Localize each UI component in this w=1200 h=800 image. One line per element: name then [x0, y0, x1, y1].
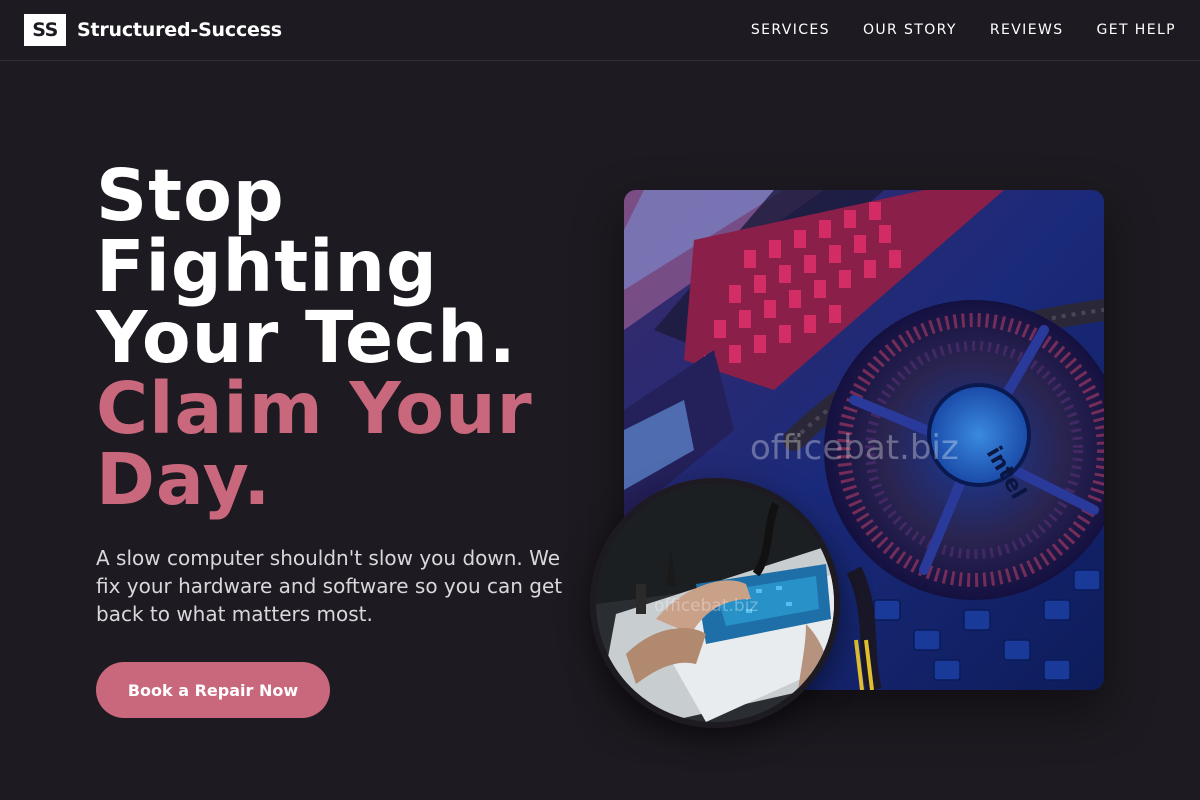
nav-link-get-help[interactable]: GET HELP: [1096, 22, 1176, 38]
top-navbar: SS Structured-Success SERVICES OUR STORY…: [0, 0, 1200, 61]
hero-inset-image: officebat.biz: [590, 478, 840, 728]
headline-line: Stop: [96, 154, 285, 237]
hero-text: Stop Fighting Your Tech. Claim Your Day.…: [96, 160, 596, 628]
headline-accent-line: Claim Your: [96, 367, 533, 450]
nav-links: SERVICES OUR STORY REVIEWS GET HELP: [751, 22, 1176, 38]
repair-photo: [596, 484, 834, 722]
hero-subtitle: A slow computer shouldn't slow you down.…: [96, 546, 563, 626]
hero-headline: Stop Fighting Your Tech. Claim Your Day.: [96, 160, 596, 515]
nav-link-our-story[interactable]: OUR STORY: [863, 22, 957, 38]
book-repair-button[interactable]: Book a Repair Now: [96, 662, 330, 718]
headline-accent-line: Day.: [96, 438, 272, 521]
nav-link-services[interactable]: SERVICES: [751, 22, 830, 38]
brand-name: Structured-Success: [77, 19, 282, 41]
headline-line: Fighting: [96, 225, 438, 308]
brand[interactable]: SS Structured-Success: [24, 14, 282, 46]
logo: SS: [24, 14, 66, 46]
headline-line: Your Tech.: [96, 296, 517, 379]
nav-link-reviews[interactable]: REVIEWS: [990, 22, 1064, 38]
